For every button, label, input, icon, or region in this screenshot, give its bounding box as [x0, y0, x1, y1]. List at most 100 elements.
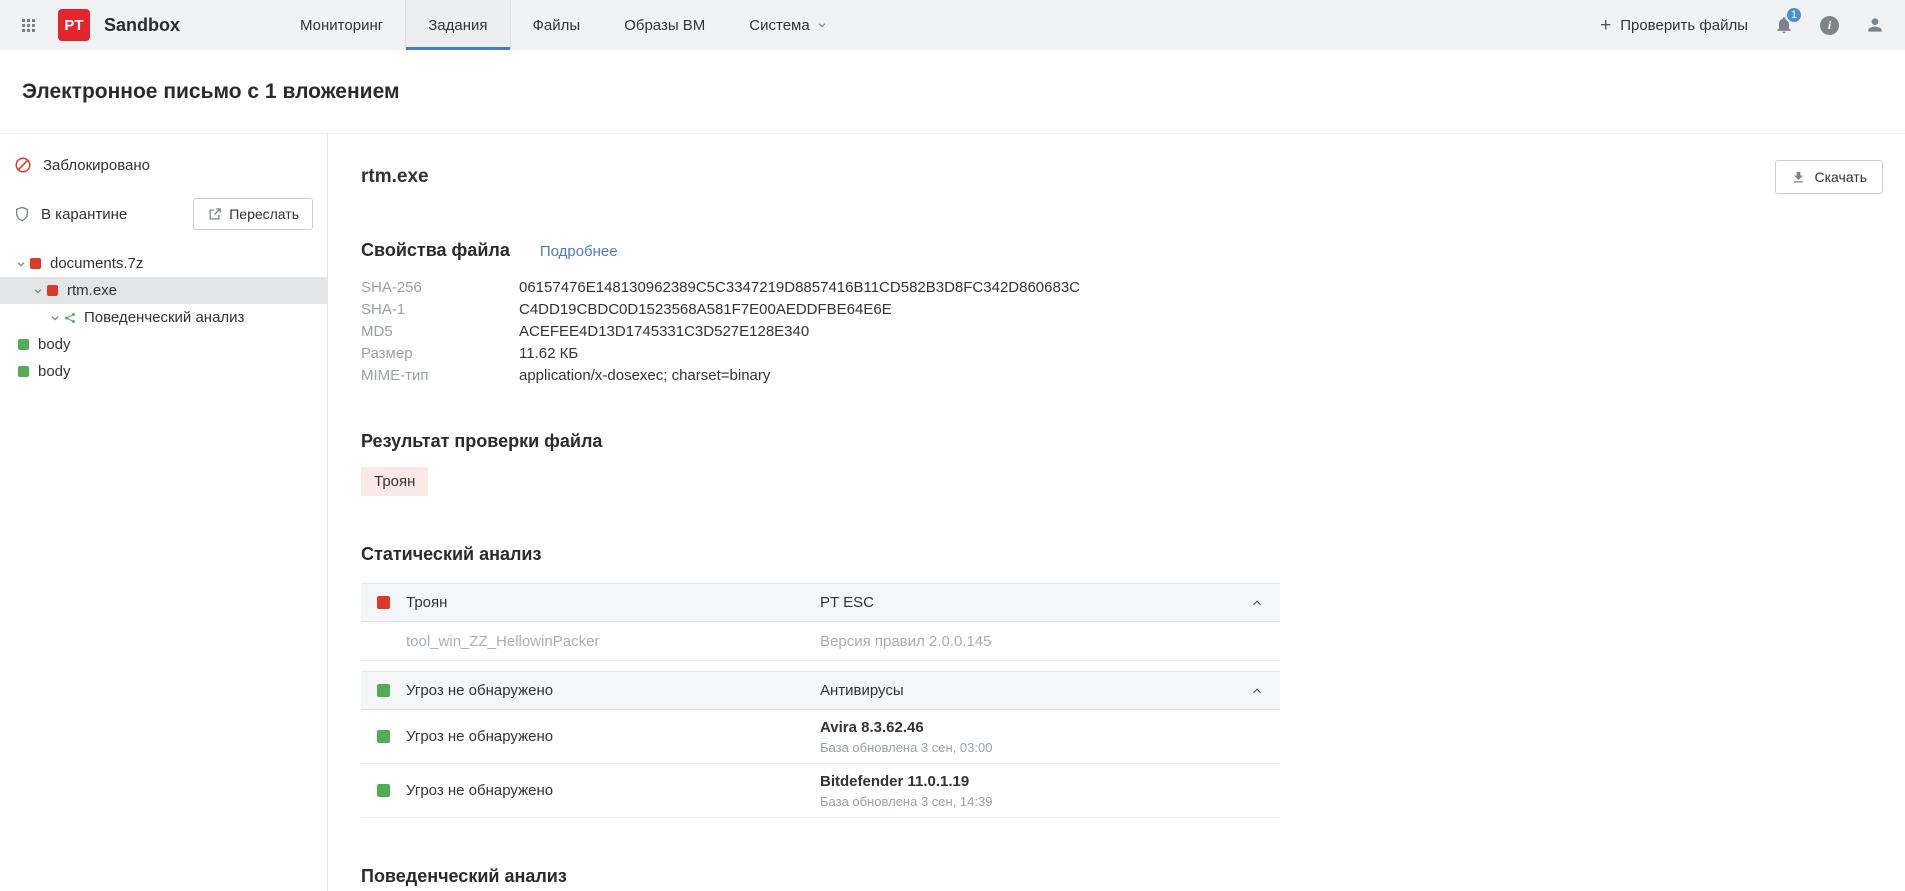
nav-files[interactable]: Файлы	[511, 0, 603, 50]
nav-system-label: Система	[749, 16, 810, 34]
plus-icon: +	[1600, 14, 1612, 36]
antivirus-row-bitdefender: Угроз не обнаружено Bitdefender 11.0.1.1…	[361, 764, 1280, 818]
forward-icon	[207, 207, 222, 222]
page-title: Электронное письмо с 1 вложением	[22, 79, 400, 103]
check-files-label: Проверить файлы	[1620, 16, 1748, 34]
chevron-down-icon[interactable]	[46, 313, 64, 323]
user-profile-icon[interactable]	[1865, 15, 1885, 35]
tree-item-body-1[interactable]: body	[0, 331, 327, 358]
check-files-button[interactable]: + Проверить файлы	[1600, 16, 1748, 35]
blocked-icon	[14, 156, 32, 174]
nav-system[interactable]: Система	[727, 0, 848, 50]
info-icon[interactable]: i	[1820, 15, 1839, 35]
verdict-title: Результат проверки файла	[361, 431, 603, 451]
antivirus-db-updated: База обновлена 3 сен, 03:00	[820, 739, 993, 755]
behavioral-analysis-title: Поведенческий анализ	[361, 866, 567, 886]
tree-item-label: body	[38, 363, 71, 380]
tree-item-documents-7z[interactable]: documents.7z	[0, 250, 327, 277]
notifications-bell-icon[interactable]: 1	[1774, 6, 1803, 35]
static-group-antivirus-header[interactable]: Угроз не обнаружено Антивирусы	[361, 671, 1280, 710]
topbar-left: PT Sandbox	[0, 0, 180, 50]
static-detail-row: tool_win_ZZ_HellowinPacker Версия правил…	[361, 622, 1280, 661]
page-header: Электронное письмо с 1 вложением	[0, 50, 1905, 134]
clean-status-icon	[377, 730, 390, 743]
pt-logo[interactable]: PT	[58, 9, 90, 41]
status-quarantine: В карантине Переслать	[0, 186, 327, 242]
tree-item-label: rtm.exe	[67, 282, 118, 299]
nav-tasks[interactable]: Задания	[405, 0, 511, 50]
tree-item-behavioral-analysis[interactable]: Поведенческий анализ	[0, 304, 327, 331]
property-label: Размер	[361, 345, 413, 362]
nav-monitoring[interactable]: Мониторинг	[278, 0, 405, 50]
clean-file-icon	[18, 366, 29, 377]
download-label: Скачать	[1814, 169, 1868, 185]
antivirus-engine: Avira 8.3.62.46	[820, 718, 924, 736]
property-label: SHA-1	[361, 301, 406, 318]
threat-file-icon	[30, 258, 41, 269]
group-status-label: Троян	[406, 594, 448, 611]
group-source-label: PT ESC	[820, 594, 874, 611]
chevron-down-icon[interactable]	[12, 259, 30, 269]
property-row: MD5 ACEFEE4D13D1745331C3D527E128E340	[361, 321, 1883, 343]
file-header: rtm.exe Скачать	[361, 160, 1883, 194]
file-name: rtm.exe	[361, 166, 429, 187]
blocked-label: Заблокировано	[43, 156, 150, 174]
tree-item-label: Поведенческий анализ	[84, 309, 245, 326]
behavioral-analysis-icon	[64, 312, 76, 324]
properties-more-link[interactable]: Подробнее	[540, 243, 618, 260]
topbar: PT Sandbox Мониторинг Задания Файлы Обра…	[0, 0, 1905, 50]
download-button[interactable]: Скачать	[1774, 160, 1883, 194]
property-value: ACEFEE4D13D1745331C3D527E128E340	[519, 323, 810, 340]
static-analysis-table: Троян PT ESC tool_win_ZZ_HellowinPacker …	[361, 583, 1280, 818]
group-source-label: Антивирусы	[820, 682, 904, 699]
property-value: 11.62 КБ	[519, 345, 579, 362]
static-analysis-title: Статический анализ	[361, 544, 542, 564]
chevron-up-icon[interactable]	[1250, 596, 1264, 610]
properties-header: Свойства файла Подробнее	[361, 240, 1883, 261]
chevron-up-icon[interactable]	[1250, 684, 1264, 698]
tree-item-label: body	[38, 336, 71, 353]
antivirus-db-updated: База обновлена 3 сен, 14:39	[820, 793, 993, 809]
chevron-down-icon	[817, 20, 827, 30]
property-row: MIME-тип application/x-dosexec; charset=…	[361, 365, 1883, 387]
detection-name: tool_win_ZZ_HellowinPacker	[406, 632, 600, 650]
property-row: SHA-1 C4DD19CBDC0D1523568A581F7E00AEDDFB…	[361, 299, 1883, 321]
property-label: MD5	[361, 323, 393, 340]
clean-status-icon	[377, 684, 390, 697]
detection-detail: Версия правил 2.0.0.145	[820, 632, 992, 650]
row-status-label: Угроз не обнаружено	[406, 728, 554, 745]
property-label: SHA-256	[361, 279, 422, 296]
apps-grid-icon[interactable]	[14, 11, 42, 39]
property-value: C4DD19CBDC0D1523568A581F7E00AEDDFBE64E6E	[519, 301, 892, 318]
nav-vm-images[interactable]: Образы ВМ	[602, 0, 727, 50]
antivirus-engine: Bitdefender 11.0.1.19	[820, 772, 970, 790]
clean-file-icon	[18, 339, 29, 350]
threat-status-icon	[377, 596, 390, 609]
quarantine-icon	[14, 205, 30, 223]
property-row: SHA-256 06157476E148130962389C5C3347219D…	[361, 277, 1883, 299]
topbar-right: + Проверить файлы 1 i	[1600, 0, 1905, 50]
forward-button[interactable]: Переслать	[193, 198, 313, 230]
brand-name: Sandbox	[104, 14, 181, 35]
tree-item-body-2[interactable]: body	[0, 358, 327, 385]
notification-badge: 1	[1785, 6, 1803, 24]
static-group-ptesc-header[interactable]: Троян PT ESC	[361, 583, 1280, 622]
antivirus-row-avira: Угроз не обнаружено Avira 8.3.62.46 База…	[361, 710, 1280, 764]
quarantine-label: В карантине	[41, 205, 128, 223]
row-status-label: Угроз не обнаружено	[406, 782, 554, 799]
threat-file-icon	[47, 285, 58, 296]
property-value: 06157476E148130962389C5C3347219D8857416B…	[519, 279, 1081, 296]
forward-label: Переслать	[229, 206, 299, 222]
main-content: rtm.exe Скачать Свойства файла Подробнее…	[328, 134, 1905, 891]
clean-status-icon	[377, 784, 390, 797]
sidebar: Заблокировано В карантине Переслать docu…	[0, 134, 328, 891]
status-blocked: Заблокировано	[0, 144, 327, 186]
chevron-down-icon[interactable]	[29, 286, 47, 296]
properties-title: Свойства файла	[361, 240, 510, 260]
tree-item-rtm-exe[interactable]: rtm.exe	[0, 277, 327, 304]
main-nav: Мониторинг Задания Файлы Образы ВМ Систе…	[278, 0, 849, 50]
property-row: Размер 11.62 КБ	[361, 343, 1883, 365]
download-icon	[1791, 170, 1806, 185]
tree-item-label: documents.7z	[50, 255, 144, 272]
property-label: MIME-тип	[361, 367, 429, 384]
